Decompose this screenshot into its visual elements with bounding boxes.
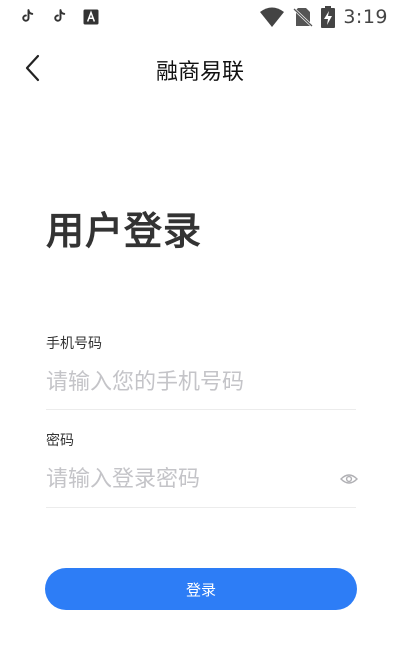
status-bar: 3:19 [0, 0, 400, 36]
tiktok-icon [22, 9, 34, 22]
phone-label: 手机号码 [46, 336, 102, 352]
login-button[interactable]: 登录 [45, 568, 357, 610]
password-input[interactable] [46, 461, 342, 497]
font-download-icon [83, 9, 99, 25]
phone-divider [46, 409, 356, 410]
no-sim-icon [293, 8, 314, 27]
eye-icon [340, 474, 358, 484]
toggle-password-visibility-button[interactable] [340, 471, 358, 487]
status-bar-notifications [18, 8, 100, 26]
phone-input[interactable] [46, 364, 342, 400]
battery-charging-icon [321, 6, 336, 28]
wifi-icon [260, 7, 285, 27]
status-bar-system: 3:19 [259, 6, 388, 28]
tiktok-icon [54, 9, 66, 22]
password-label: 密码 [46, 433, 74, 449]
app-header: 融商易联 [0, 44, 400, 92]
page-title: 用户登录 [46, 209, 203, 253]
status-time: 3:19 [343, 6, 388, 28]
app-title: 融商易联 [155, 60, 244, 85]
password-divider [46, 507, 356, 508]
